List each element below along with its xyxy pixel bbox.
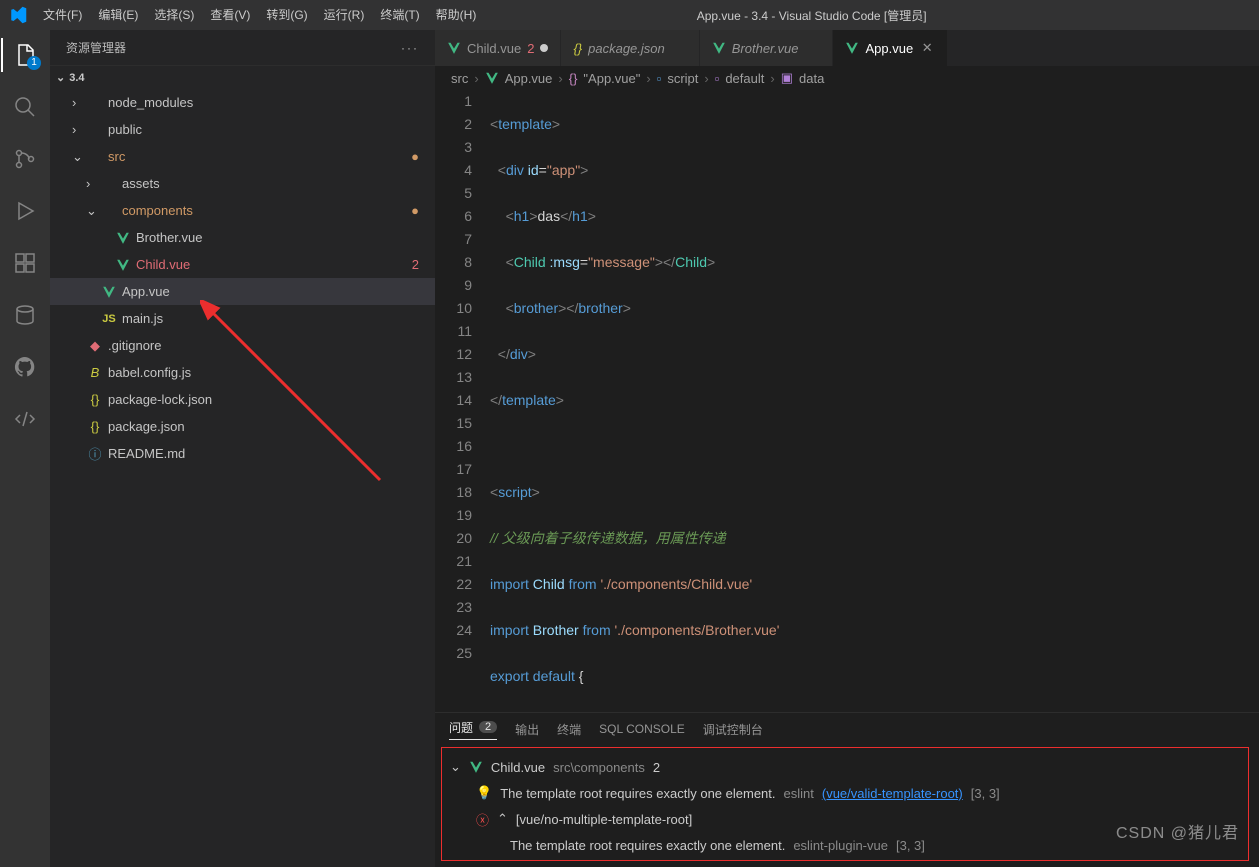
menu-help[interactable]: 帮助(H)	[428, 0, 485, 30]
source-control-icon[interactable]	[1, 142, 49, 176]
lightbulb-icon: 💡	[476, 785, 492, 801]
editor-tab[interactable]: {}package.json	[561, 30, 699, 66]
vue-icon	[485, 71, 499, 85]
menu-file[interactable]: 文件(F)	[35, 0, 90, 30]
menu-view[interactable]: 查看(V)	[202, 0, 258, 30]
tree-item[interactable]: JSmain.js	[50, 305, 435, 332]
tree-item[interactable]: ⌄components●	[50, 197, 435, 224]
tree-item[interactable]: Bbabel.config.js	[50, 359, 435, 386]
watermark: CSDN @猪儿君	[1116, 819, 1239, 843]
tree-item[interactable]: ›assets	[50, 170, 435, 197]
tree-item[interactable]: Child.vue2	[50, 251, 435, 278]
tree-item[interactable]: {}package.json	[50, 413, 435, 440]
vscode-logo-icon	[0, 6, 35, 24]
breadcrumbs[interactable]: src› App.vue› {}"App.vue"› ▫script› ▫def…	[435, 66, 1259, 90]
menu-run[interactable]: 运行(R)	[316, 0, 373, 30]
file-tree: ›node_modules›public⌄src●›assets⌄compone…	[50, 89, 435, 867]
panel-tab-problems[interactable]: 问题2	[449, 719, 497, 740]
problem-file-row[interactable]: ⌄ Child.vue src\components 2	[450, 754, 1240, 780]
tree-item[interactable]: Brother.vue	[50, 224, 435, 251]
problems-list: ⌄ Child.vue src\components 2 💡 The templ…	[441, 747, 1249, 861]
panel-tab-output[interactable]: 输出	[515, 721, 539, 738]
menu-goto[interactable]: 转到(G)	[258, 0, 315, 30]
menu-terminal[interactable]: 终端(T)	[372, 0, 427, 30]
tree-item[interactable]: ⓘREADME.md	[50, 440, 435, 467]
problem-item[interactable]: 💡 The template root requires exactly one…	[450, 780, 1240, 806]
activity-bar: 1	[0, 30, 50, 867]
panel-tab-terminal[interactable]: 终端	[557, 721, 581, 738]
code-editor[interactable]: 1234567891011121314151617181920212223242…	[435, 90, 1259, 712]
tree-item[interactable]: App.vue	[50, 278, 435, 305]
tree-item[interactable]: ⌄src●	[50, 143, 435, 170]
editor-tab[interactable]: Child.vue2	[435, 30, 561, 66]
error-icon: ⓧ	[476, 810, 489, 829]
sidebar: 资源管理器 ··· ⌄3.4 ›node_modules›public⌄src●…	[50, 30, 435, 867]
tree-item[interactable]: ›node_modules	[50, 89, 435, 116]
tree-item[interactable]: {}package-lock.json	[50, 386, 435, 413]
github-icon[interactable]	[1, 350, 49, 384]
vue-icon	[469, 760, 483, 774]
remote-icon[interactable]	[1, 402, 49, 436]
search-icon[interactable]	[1, 90, 49, 124]
menu-edit[interactable]: 编辑(E)	[90, 0, 146, 30]
editor-tab[interactable]: Brother.vue	[700, 30, 834, 66]
editor-tabs: Child.vue2{}package.jsonBrother.vueApp.v…	[435, 30, 1259, 66]
titlebar: 文件(F) 编辑(E) 选择(S) 查看(V) 转到(G) 运行(R) 终端(T…	[0, 0, 1259, 30]
sidebar-section-header[interactable]: ⌄3.4	[50, 65, 435, 89]
editor-tab[interactable]: App.vue✕	[833, 30, 948, 66]
explorer-badge: 1	[27, 56, 41, 70]
menu-select[interactable]: 选择(S)	[146, 0, 202, 30]
extensions-icon[interactable]	[1, 246, 49, 280]
code-lines: <template> <div id="app"> <h1>das</h1> <…	[490, 90, 1259, 712]
menubar: 文件(F) 编辑(E) 选择(S) 查看(V) 转到(G) 运行(R) 终端(T…	[35, 0, 484, 30]
database-icon[interactable]	[1, 298, 49, 332]
debug-icon[interactable]	[1, 194, 49, 228]
tree-item[interactable]: ›public	[50, 116, 435, 143]
panel-tab-sql[interactable]: SQL CONSOLE	[599, 722, 685, 736]
sidebar-title: 资源管理器	[66, 39, 126, 56]
panel-tab-debug[interactable]: 调试控制台	[703, 721, 763, 738]
window-title: App.vue - 3.4 - Visual Studio Code [管理员]	[484, 7, 1139, 24]
tree-item[interactable]: ◆.gitignore	[50, 332, 435, 359]
explorer-icon[interactable]: 1	[1, 38, 49, 72]
bottom-panel: 问题2 输出 终端 SQL CONSOLE 调试控制台 ⌄ Child.vue …	[435, 712, 1259, 867]
more-icon[interactable]: ···	[401, 41, 419, 55]
